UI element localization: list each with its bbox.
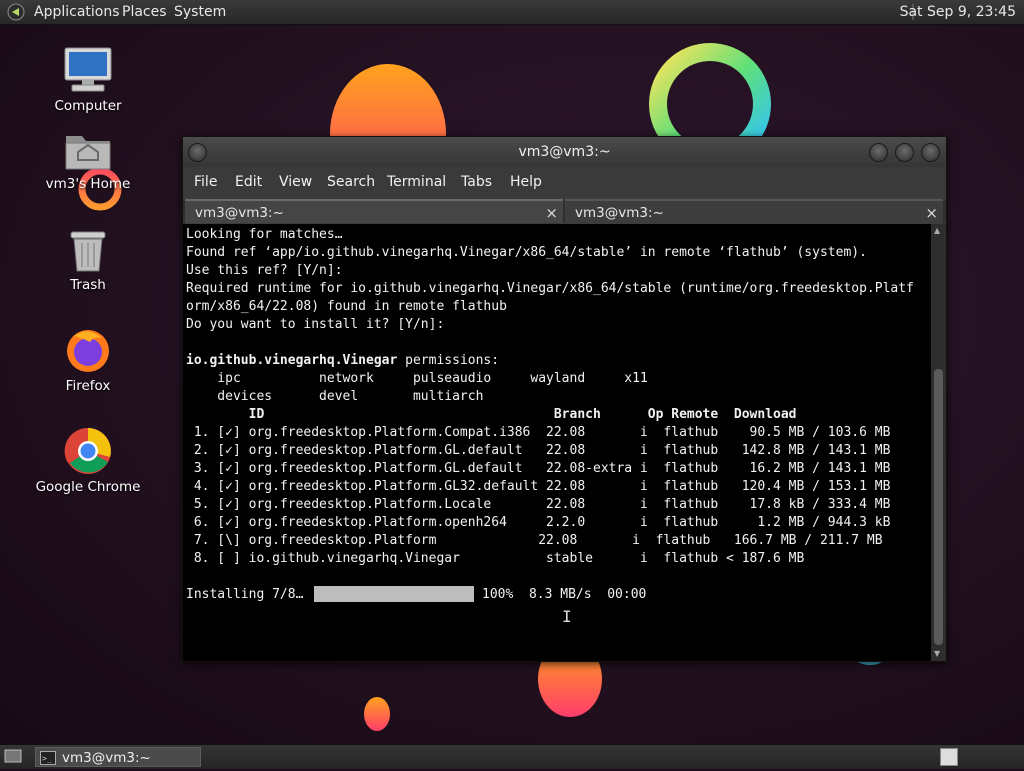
window-titlebar[interactable]: vm3@vm3:~ — [183, 137, 946, 167]
table-row: 3. [✓] org.freedesktop.Platform.GL.defau… — [186, 461, 891, 476]
permissions-line: io.github.vinegarhq.Vinegar permissions: — [186, 352, 499, 370]
workspace-switcher[interactable] — [940, 748, 958, 766]
table-row: 6. [✓] org.freedesktop.Platform.openh264… — [186, 515, 891, 530]
permissions-label: permissions: — [397, 353, 500, 368]
desktop-icon-computer[interactable]: Computer — [28, 46, 148, 114]
computer-icon — [28, 46, 148, 94]
terminal-line: Do you want to install it? [Y/n]: — [186, 317, 445, 332]
tab-close-icon[interactable]: × — [925, 201, 938, 225]
terminal-line: Use this ref? [Y/n]: — [186, 263, 343, 278]
terminal-menubar: File Edit View Search Terminal Tabs Help — [183, 167, 946, 197]
desktop-icon-label: Computer — [54, 98, 122, 114]
show-desktop-icon[interactable] — [4, 748, 22, 768]
table-row: 7. [\] org.freedesktop.Platform 22.08 i … — [186, 533, 883, 548]
tab-label: vm3@vm3:~ — [195, 205, 284, 221]
svg-text:>_: >_ — [42, 754, 52, 763]
system-menu[interactable]: System — [174, 4, 226, 20]
text-cursor-icon: I — [562, 607, 572, 626]
window-menu-button[interactable] — [188, 143, 207, 162]
terminal-line: Required runtime for io.github.vinegarhq… — [186, 281, 914, 296]
terminal-output[interactable]: Looking for matches… Found ref ‘app/io.g… — [183, 224, 931, 661]
scroll-down-icon[interactable]: ▼ — [934, 649, 940, 658]
desktop-icon-label: Firefox — [65, 378, 111, 394]
places-menu[interactable]: Places — [122, 4, 167, 20]
scroll-up-icon[interactable]: ▲ — [934, 226, 940, 235]
tab-close-icon[interactable]: × — [545, 201, 558, 225]
terminal-scrollbar[interactable]: ▲ ▼ — [931, 224, 946, 661]
terminal-line: orm/x86_64/22.08) found in remote flathu… — [186, 299, 507, 314]
app-id: io.github.vinegarhq.Vinegar — [186, 353, 398, 368]
tab-1[interactable]: vm3@vm3:~ × — [185, 199, 563, 223]
window-title: vm3@vm3:~ — [518, 144, 611, 160]
terminal-line: devices devel multiarch — [186, 389, 484, 404]
table-row: 4. [✓] org.freedesktop.Platform.GL32.def… — [186, 479, 891, 494]
top-panel: Applications Places System Sat Sep 9, 23… — [0, 0, 1024, 25]
desktop-icon-label: Google Chrome — [35, 479, 141, 495]
table-header: ID Branch Op Remote Download — [186, 407, 797, 422]
trash-icon — [28, 229, 148, 273]
terminal-line: Looking for matches… — [186, 227, 343, 242]
firefox-icon — [28, 326, 148, 374]
terminal-line: ipc network pulseaudio wayland x11 — [186, 371, 648, 386]
taskbar-window-button[interactable]: >_ vm3@vm3:~ — [35, 747, 201, 767]
taskbar-window-label: vm3@vm3:~ — [62, 750, 151, 766]
desktop-icon-label: Trash — [70, 277, 106, 293]
menu-search[interactable]: Search — [327, 174, 375, 190]
close-button[interactable] — [921, 143, 940, 162]
tab-label: vm3@vm3:~ — [575, 205, 664, 221]
menu-help[interactable]: Help — [510, 174, 542, 190]
menu-edit[interactable]: Edit — [235, 174, 262, 190]
maximize-button[interactable] — [895, 143, 914, 162]
home-folder-icon — [28, 130, 148, 172]
tab-2[interactable]: vm3@vm3:~ × — [565, 199, 943, 223]
bottom-panel: >_ vm3@vm3:~ — [0, 744, 1024, 769]
menu-terminal[interactable]: Terminal — [387, 174, 446, 190]
table-row: 2. [✓] org.freedesktop.Platform.GL.defau… — [186, 443, 891, 458]
table-row: 8. [ ] io.github.vinegarhq.Vinegar stabl… — [186, 551, 805, 566]
menu-file[interactable]: File — [194, 174, 217, 190]
table-row: 1. [✓] org.freedesktop.Platform.Compat.i… — [186, 425, 891, 440]
terminal-window[interactable]: vm3@vm3:~ File Edit View Search Terminal… — [182, 136, 947, 662]
minimize-button[interactable] — [869, 143, 888, 162]
desktop-icon-home[interactable]: vm3's Home — [28, 130, 148, 192]
install-prefix: Installing 7/8… — [186, 587, 304, 602]
menu-view[interactable]: View — [279, 174, 312, 190]
chrome-icon — [28, 427, 148, 475]
desktop-icon-chrome[interactable]: Google Chrome — [28, 427, 148, 495]
desktop-icon-label: vm3's Home — [45, 176, 131, 192]
desktop-icon-trash[interactable]: Trash — [28, 229, 148, 293]
table-row: 5. [✓] org.freedesktop.Platform.Locale 2… — [186, 497, 891, 512]
gnome-foot-icon[interactable] — [7, 3, 25, 25]
scroll-thumb[interactable] — [934, 369, 943, 645]
install-progress-bar — [314, 586, 474, 602]
install-stats: 100% 8.3 MB/s 00:00 — [482, 587, 647, 602]
clock[interactable]: Sat Sep 9, 23:45 — [900, 4, 1016, 20]
tab-bar: vm3@vm3:~ × vm3@vm3:~ × — [183, 199, 946, 223]
terminal-icon: >_ — [40, 751, 56, 771]
applications-menu[interactable]: Applications — [34, 4, 120, 20]
menu-tabs[interactable]: Tabs — [461, 174, 492, 190]
desktop-icon-firefox[interactable]: Firefox — [28, 326, 148, 394]
terminal-line: Found ref ‘app/io.github.vinegarhq.Vineg… — [186, 245, 867, 260]
